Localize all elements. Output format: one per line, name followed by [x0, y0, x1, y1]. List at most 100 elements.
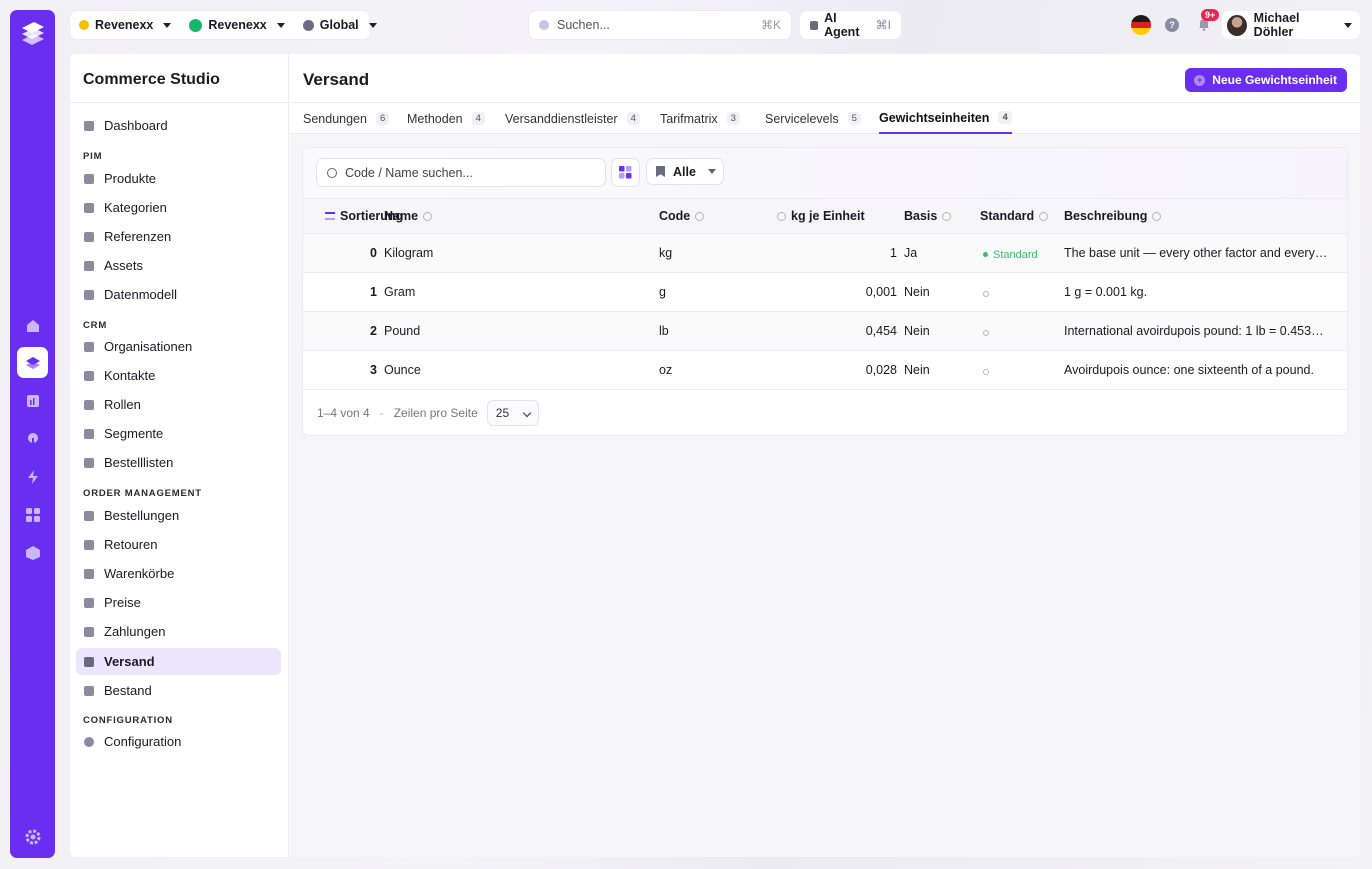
- sidebar-item-retouren[interactable]: Retouren: [76, 531, 281, 558]
- sidebar-item-segmente[interactable]: Segmente: [76, 420, 281, 447]
- column-header-kg[interactable]: kg je Einheit: [777, 209, 865, 223]
- tab-count: 4: [471, 112, 485, 125]
- column-header-name[interactable]: Name: [384, 209, 433, 223]
- sort-toggle-icon: [942, 211, 952, 221]
- sidebar-item-bestand[interactable]: Bestand: [76, 677, 281, 704]
- sidebar-item-bestellungen[interactable]: Bestellungen: [76, 502, 281, 529]
- workspace-store-label: Revenexx: [208, 18, 267, 32]
- column-header-label: Basis: [904, 209, 938, 223]
- table-search-input[interactable]: Code / Name suchen...: [317, 159, 605, 186]
- tab-gewichtseinheiten[interactable]: Gewichtseinheiten 4: [879, 103, 1012, 134]
- view-toggle-button[interactable]: [612, 159, 639, 186]
- sidebar-item-dashboard[interactable]: Dashboard: [76, 112, 281, 139]
- section-order-management: ORDER MANAGEMENT: [83, 488, 202, 499]
- cube-icon[interactable]: [17, 537, 48, 568]
- cell-description: The base unit — every other factor and e…: [1064, 246, 1329, 260]
- cell-kg: 0,454: [865, 324, 897, 338]
- sidebar-item-rollen[interactable]: Rollen: [76, 391, 281, 418]
- sort-toggle-icon: [695, 211, 705, 221]
- table-row[interactable]: 1 Gram g 0,001 Nein 1 g = 0.001 kg.: [303, 273, 1347, 312]
- cell-basis: Ja: [904, 246, 918, 260]
- cell-code: g: [659, 285, 666, 299]
- chevron-down-icon: [707, 169, 716, 174]
- sidebar-item-warenkoerbe[interactable]: Warenkörbe: [76, 560, 281, 587]
- sidebar-item-label: Datenmodell: [104, 287, 177, 302]
- sidebar-item-assets[interactable]: Assets: [76, 252, 281, 279]
- rows-per-page-label: Zeilen pro Seite: [393, 406, 478, 420]
- sidebar-item-datenmodell[interactable]: Datenmodell: [76, 281, 281, 308]
- apps-icon[interactable]: [17, 499, 48, 530]
- chevron-down-icon: [163, 22, 172, 28]
- dashboard-icon: [84, 120, 94, 131]
- user-menu[interactable]: Michael Döhler: [1222, 11, 1360, 39]
- sidebar-item-referenzen[interactable]: Referenzen: [76, 223, 281, 250]
- bulb-icon[interactable]: [17, 423, 48, 454]
- cell-name: Pound: [384, 324, 421, 338]
- globe-icon: [302, 19, 314, 31]
- ai-agent-button[interactable]: AI Agent ⌘I: [800, 11, 901, 39]
- settings-icon[interactable]: [17, 821, 48, 852]
- sidebar-item-zahlungen[interactable]: Zahlungen: [76, 618, 281, 645]
- global-search-placeholder: Suchen...: [557, 18, 610, 32]
- table-row[interactable]: 3 Ounce oz 0,028 Nein Avoirdupois ounce:…: [303, 351, 1347, 390]
- tab-sendungen[interactable]: Sendungen 6: [303, 103, 390, 134]
- workspace-region-label: Global: [319, 18, 359, 32]
- column-header-description[interactable]: Beschreibung: [1064, 209, 1162, 223]
- workspace-selector-region[interactable]: Global: [294, 18, 386, 32]
- sidebar-item-versand[interactable]: Versand: [76, 648, 281, 675]
- sort-toggle-icon: [1152, 211, 1162, 221]
- global-search-input[interactable]: Suchen... ⌘K: [529, 11, 791, 39]
- standard-badge: Standard: [993, 249, 1038, 261]
- table-search-placeholder: Code / Name suchen...: [345, 165, 473, 180]
- help-icon[interactable]: ?: [1165, 18, 1179, 32]
- sidebar-item-produkte[interactable]: Produkte: [76, 165, 281, 192]
- cell-sort: 1: [370, 285, 377, 299]
- standard-empty-icon[interactable]: [983, 290, 989, 297]
- sidebar-item-organisationen[interactable]: Organisationen: [76, 333, 281, 360]
- tab-tarifmatrix[interactable]: Tarifmatrix 3: [660, 103, 740, 134]
- home-icon[interactable]: [17, 310, 48, 341]
- bolt-icon[interactable]: [17, 461, 48, 492]
- workspace-org-label: Revenexx: [95, 18, 154, 32]
- chart-icon[interactable]: [17, 385, 48, 416]
- tag-icon: [84, 597, 94, 608]
- tab-count: 5: [847, 112, 861, 125]
- language-flag-icon[interactable]: [1131, 15, 1151, 35]
- tab-bar: Sendungen 6 Methoden 4 Versanddienstleiste…: [290, 103, 1360, 134]
- table-row[interactable]: 2 Pound lb 0,454 Nein International avoi…: [303, 312, 1347, 351]
- truck-icon: [84, 656, 94, 667]
- standard-empty-icon[interactable]: [983, 329, 989, 336]
- filter-dropdown[interactable]: Alle: [647, 159, 723, 184]
- grid-icon: [84, 289, 94, 300]
- sidebar-item-kontakte[interactable]: Kontakte: [76, 362, 281, 389]
- sidebar-item-configuration[interactable]: Configuration: [76, 728, 281, 755]
- sidebar-item-label: Preise: [104, 595, 141, 610]
- table-row[interactable]: 0 Kilogram kg 1 Ja Standard The base uni…: [303, 234, 1347, 273]
- cell-sort: 2: [370, 324, 377, 338]
- cell-name: Gram: [384, 285, 416, 299]
- tab-label: Gewichtseinheiten: [879, 110, 990, 125]
- tab-methoden[interactable]: Methoden 4: [407, 103, 485, 134]
- standard-empty-icon[interactable]: [983, 368, 989, 375]
- column-header-standard[interactable]: Standard: [980, 209, 1049, 223]
- sort-icon: [325, 212, 335, 220]
- sidebar-item-kategorien[interactable]: Kategorien: [76, 194, 281, 221]
- sidebar-item-preise[interactable]: Preise: [76, 589, 281, 616]
- app-logo-icon[interactable]: [18, 18, 48, 48]
- rows-per-page-select[interactable]: 25: [487, 401, 538, 425]
- sort-toggle-icon: [777, 211, 786, 221]
- layers-icon[interactable]: [17, 347, 48, 378]
- new-weight-unit-button[interactable]: + Neue Gewichtseinheit: [1185, 68, 1347, 92]
- ai-agent-label: AI Agent: [824, 11, 860, 39]
- tab-label: Tarifmatrix: [660, 111, 718, 126]
- sidebar-item-bestelllisten[interactable]: Bestelllisten: [76, 449, 281, 476]
- chevron-down-icon: [276, 22, 285, 28]
- tab-versanddienstleister[interactable]: Versanddienstleister 4: [505, 103, 640, 134]
- database-icon: [84, 231, 94, 242]
- tab-label: Methoden: [407, 111, 463, 126]
- column-header-basis[interactable]: Basis: [904, 209, 952, 223]
- column-header-code[interactable]: Code: [659, 209, 705, 223]
- workspace-selector-store[interactable]: Revenexx: [180, 18, 293, 32]
- tab-servicelevels[interactable]: Servicelevels 5: [765, 103, 861, 134]
- workspace-selector-org[interactable]: Revenexx: [70, 18, 180, 32]
